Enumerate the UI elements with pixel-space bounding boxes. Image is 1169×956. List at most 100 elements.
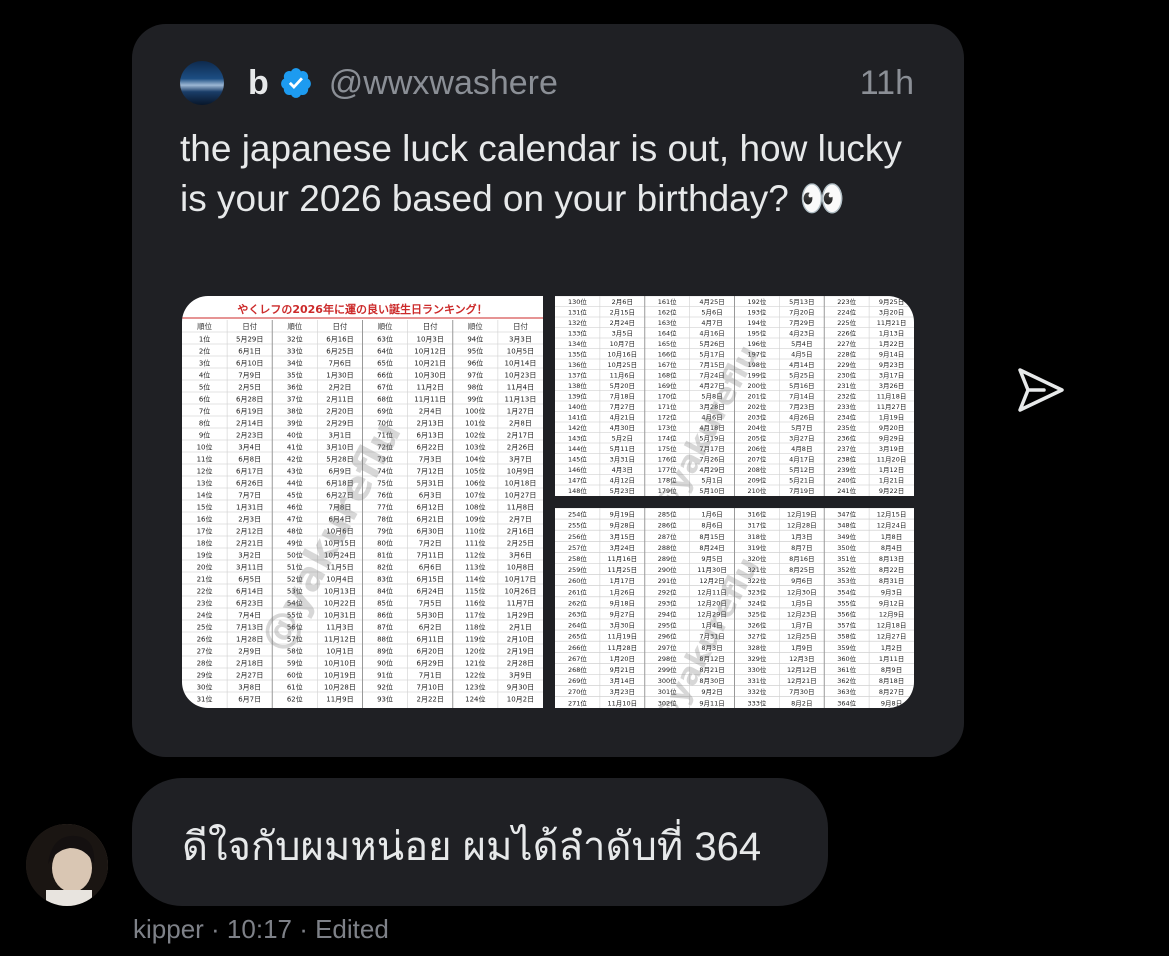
table-cell: 8月22日 — [879, 566, 904, 574]
table-cell: 4月23日 — [789, 330, 814, 338]
table-cell: 295位 — [658, 621, 677, 630]
table-cell: 259位 — [568, 565, 587, 574]
avatar-photo — [26, 824, 108, 906]
tweet-header: b @wwxwashere 11h — [180, 58, 914, 108]
table-cell: 332位 — [747, 687, 766, 696]
author-name[interactable]: b — [248, 64, 269, 103]
table-cell: 162位 — [658, 308, 677, 317]
table-cell: 235位 — [837, 423, 856, 432]
table-cell: 136位 — [568, 360, 587, 369]
table-cell: 12月19日 — [787, 511, 817, 519]
table-cell: 31位 — [197, 695, 213, 704]
table-cell: 292位 — [658, 587, 677, 596]
table-cell: 146位 — [568, 465, 587, 474]
table-cell: 9月22日 — [879, 487, 904, 495]
table-cell: 87位 — [377, 623, 393, 632]
table-cell: 5月11日 — [610, 445, 635, 453]
table-cell: 195位 — [747, 329, 766, 338]
table-cell: 11月3日 — [326, 624, 353, 632]
table-cell: 2月29日 — [326, 420, 353, 428]
table-cell: 113位 — [465, 563, 485, 572]
table-cell: 5月21日 — [789, 477, 814, 485]
table-cell: 28位 — [197, 659, 213, 668]
table-cell: 228位 — [837, 350, 856, 359]
table-cell: 287位 — [658, 532, 677, 541]
table-cell: 7月27日 — [610, 403, 635, 411]
table-cell: 256位 — [568, 532, 587, 541]
table-cell: 44位 — [287, 479, 303, 488]
table-cell: 2月5日 — [238, 384, 261, 392]
table-cell: 234位 — [837, 413, 856, 422]
author-handle[interactable]: @wwxwashere — [329, 64, 558, 103]
table-cell: 11月30日 — [697, 566, 727, 574]
ranking-table-bottom-right: 254位 9月19日 285位 1月6日 316位 12月19日 347位 12月15日 255… — [555, 507, 914, 708]
table-cell: 353位 — [837, 576, 856, 585]
tweet-media-grid[interactable]: やくレフの2026年に運の良い誕生日ランキング！ 順位 日付 順位 日付 順位 日付 順位 日付… — [182, 296, 914, 708]
table-cell: 163位 — [658, 318, 677, 327]
table-cell: 254位 — [568, 510, 587, 519]
table-cell: 21位 — [197, 575, 213, 584]
table-cell: 4月14日 — [789, 361, 814, 369]
table-cell: 8月25日 — [789, 566, 814, 574]
table-cell: 116位 — [465, 599, 485, 608]
table-cell: 173位 — [658, 423, 677, 432]
table-cell: 1月27日 — [507, 408, 534, 416]
table-header: 順位 — [378, 321, 393, 331]
reply-message-bubble[interactable]: ดีใจกับผมหน่อย ผมได้ลำดับที่ 364 — [132, 778, 828, 906]
table-cell: 11月8日 — [507, 504, 534, 512]
table-cell: 224位 — [837, 308, 856, 317]
table-cell: 12位 — [197, 467, 213, 476]
table-cell: 118位 — [465, 623, 485, 632]
table-cell: 6月25日 — [326, 348, 353, 356]
table-cell: 2月11日 — [326, 396, 353, 404]
table-cell: 34位 — [287, 359, 303, 368]
media-image-top-right[interactable]: 130位 2月6日 161位 4月25日 192位 5月13日 223位 9月25日 131位 2… — [555, 296, 914, 524]
send-icon[interactable] — [1012, 362, 1068, 418]
media-image-bottom-right[interactable]: 254位 9月19日 285位 1月6日 316位 12月19日 347位 12月15日 255… — [555, 507, 914, 708]
table-cell: 77位 — [377, 503, 393, 512]
table-cell: 5月6日 — [701, 309, 722, 317]
table-cell: 328位 — [747, 643, 766, 652]
table-cell: 7月5日 — [419, 600, 442, 608]
table-cell: 9月19日 — [610, 511, 635, 519]
table-cell: 12月24日 — [877, 522, 907, 530]
table-cell: 1位 — [199, 335, 210, 344]
table-cell: 1月3日 — [791, 533, 812, 541]
table-cell: 3月11日 — [236, 564, 263, 572]
ranking-table-main: やくレフの2026年に運の良い誕生日ランキング！ 順位 日付 順位 日付 順位 日付 順位 日付… — [182, 302, 543, 708]
table-cell: 360位 — [837, 654, 856, 663]
table-cell: 91位 — [377, 671, 393, 680]
table-cell: 64位 — [377, 347, 393, 356]
table-cell: 6月13日 — [417, 432, 444, 440]
table-header: 順位 — [468, 321, 483, 331]
table-cell: 27位 — [197, 647, 213, 656]
table-header: 日付 — [332, 321, 347, 331]
media-image-main[interactable]: やくレフの2026年に運の良い誕生日ランキング！ 順位 日付 順位 日付 順位 日付 順位 日付… — [182, 296, 543, 708]
table-cell: 2月13日 — [417, 420, 444, 428]
table-cell: 10月25日 — [608, 361, 638, 369]
table-cell: 3月23日 — [610, 688, 635, 696]
reply-avatar[interactable] — [26, 824, 108, 906]
table-cell: 123位 — [465, 683, 485, 692]
table-cell: 230位 — [837, 371, 856, 380]
table-cell: 267位 — [568, 654, 587, 663]
author-avatar[interactable] — [180, 61, 224, 105]
table-cell: 139位 — [568, 392, 587, 401]
table-cell: 10月3日 — [417, 336, 444, 344]
table-cell: 2月4日 — [419, 408, 442, 416]
table-cell: 238位 — [837, 455, 856, 464]
table-cell: 297位 — [658, 643, 677, 652]
table-cell: 193位 — [747, 308, 766, 317]
quoted-tweet-card[interactable]: b @wwxwashere 11h the japanese luck cale… — [132, 24, 964, 757]
table-cell: 3月9日 — [509, 672, 532, 680]
table-cell: 8月7日 — [791, 544, 812, 552]
tweet-timestamp[interactable]: 11h — [860, 64, 914, 103]
table-cell: 233位 — [837, 402, 856, 411]
table-cell: 6月19日 — [236, 408, 263, 416]
table-cell: 289位 — [658, 554, 677, 563]
table-cell: 10月2日 — [507, 696, 534, 704]
table-header: 日付 — [242, 321, 257, 331]
table-cell: 1月19日 — [879, 414, 904, 422]
reply-message-text: ดีใจกับผมหน่อย ผมได้ลำดับที่ 364 — [182, 825, 762, 869]
table-cell: 8月18日 — [879, 677, 904, 685]
